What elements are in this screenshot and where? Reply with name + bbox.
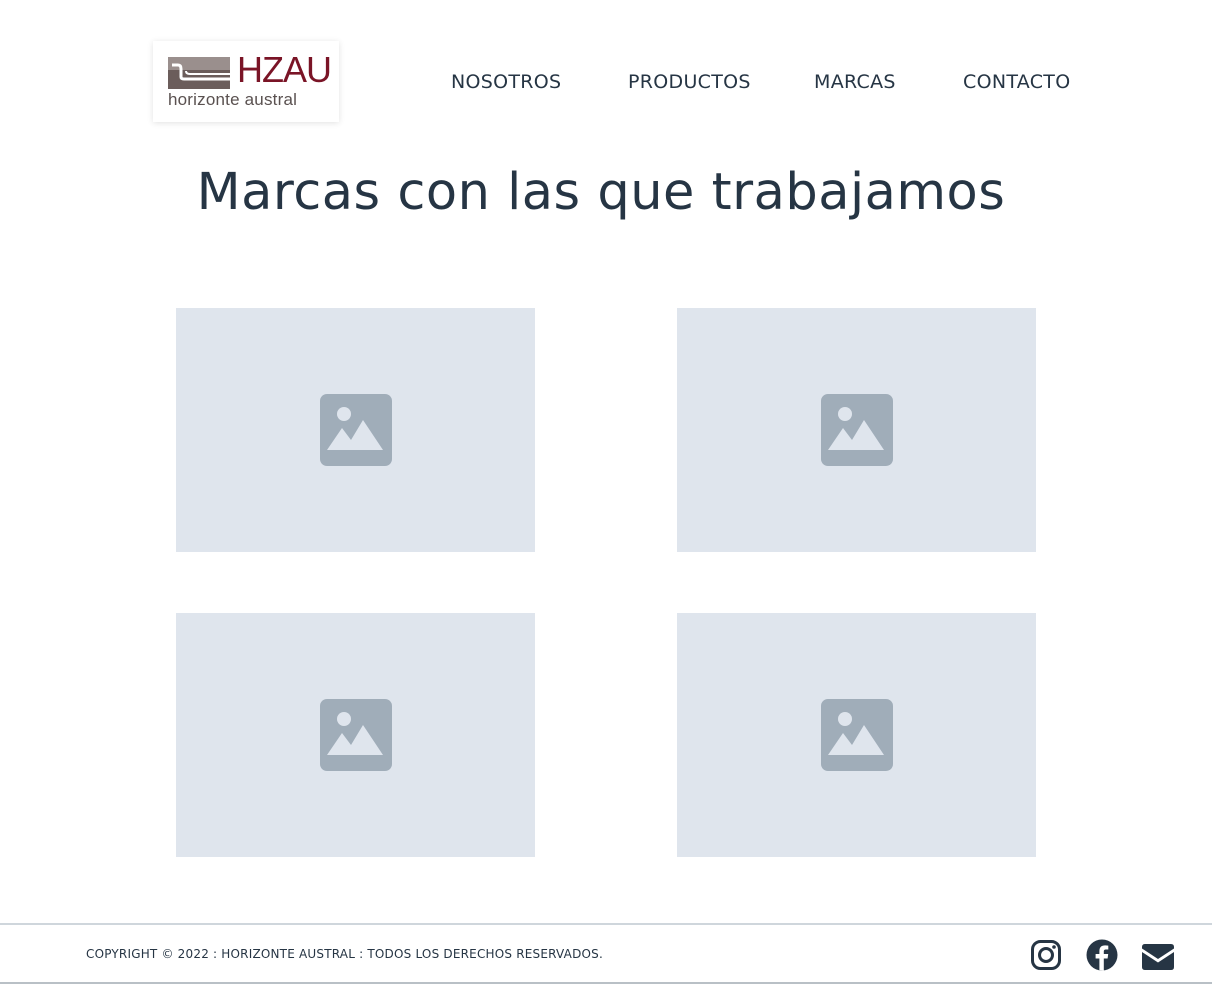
nav-item-nosotros[interactable]: NOSOTROS: [451, 69, 561, 95]
image-placeholder-icon: [820, 699, 893, 771]
site-logo[interactable]: HZAU horizonte austral: [153, 41, 339, 122]
nav-item-contacto[interactable]: CONTACTO: [963, 69, 1070, 95]
logo-mark-icon: [168, 57, 230, 89]
instagram-icon[interactable]: [1030, 939, 1062, 971]
image-placeholder-icon: [319, 699, 392, 771]
email-icon[interactable]: [1142, 941, 1174, 973]
brand-image-3[interactable]: [176, 613, 535, 857]
logo-tagline: horizonte austral: [168, 90, 298, 109]
logo-wordmark: HZAU: [237, 49, 332, 90]
brand-image-2[interactable]: [677, 308, 1036, 552]
brand-image-1[interactable]: [176, 308, 535, 552]
facebook-icon[interactable]: [1086, 939, 1118, 971]
image-placeholder-icon: [820, 394, 893, 466]
page-title: Marcas con las que trabajamos: [196, 163, 1006, 222]
image-placeholder-icon: [319, 394, 392, 466]
brand-image-4[interactable]: [677, 613, 1036, 857]
nav-item-productos[interactable]: PRODUCTOS: [628, 69, 751, 95]
site-footer: COPYRIGHT © 2022 : HORIZONTE AUSTRAL : T…: [0, 923, 1212, 984]
copyright-text: COPYRIGHT © 2022 : HORIZONTE AUSTRAL : T…: [86, 947, 603, 961]
nav-item-marcas[interactable]: MARCAS: [814, 69, 896, 95]
